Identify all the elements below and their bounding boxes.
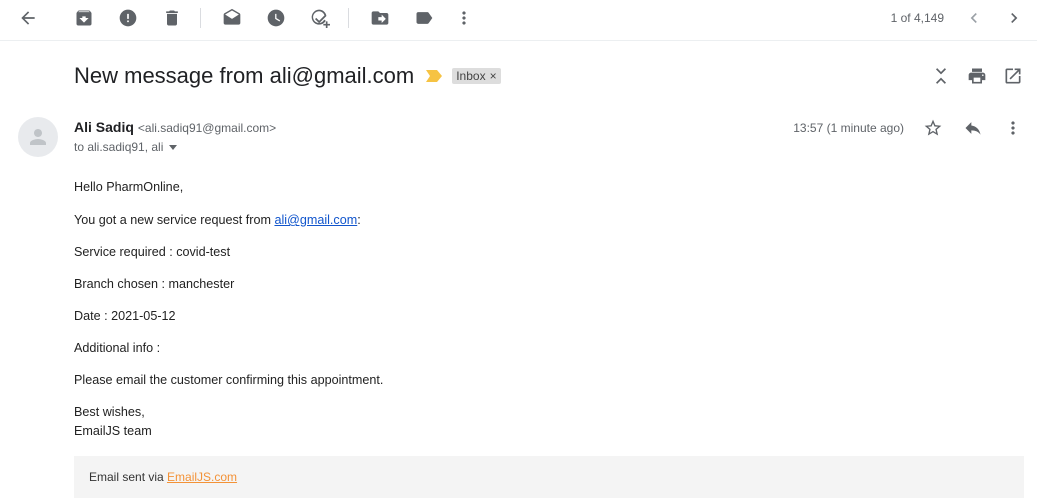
signoff-line: Best wishes, xyxy=(74,405,145,419)
avatar[interactable] xyxy=(18,117,58,157)
sender-name[interactable]: Ali Sadiq xyxy=(74,119,134,135)
message-counter: 1 of 4,149 xyxy=(890,11,944,25)
label-icon[interactable] xyxy=(408,4,440,32)
footer-text: Email sent via EmailJS.com xyxy=(89,470,237,484)
customer-email-link[interactable]: ali@gmail.com xyxy=(274,213,357,227)
emailjs-footer: Email sent via EmailJS.com xyxy=(74,456,1024,498)
recipients-text: to ali.sadiq91, ali xyxy=(74,140,164,154)
team-line: EmailJS team xyxy=(74,424,152,438)
message-actions xyxy=(919,114,1027,142)
remove-label-icon[interactable]: × xyxy=(490,69,497,83)
service-line: Service required : covid-test xyxy=(74,245,231,259)
older-icon[interactable] xyxy=(958,4,990,32)
open-new-window-icon[interactable] xyxy=(999,62,1027,90)
mark-unread-icon[interactable] xyxy=(216,4,248,32)
print-icon[interactable] xyxy=(963,62,991,90)
report-spam-icon[interactable] xyxy=(112,4,144,32)
branch-line: Branch chosen : manchester xyxy=(74,277,235,291)
importance-marker-icon[interactable] xyxy=(426,70,443,82)
subject-row: New message from ali@gmail.com Inbox × xyxy=(74,60,501,92)
sender-email: <ali.sadiq91@gmail.com> xyxy=(137,121,277,135)
delete-icon[interactable] xyxy=(156,4,188,32)
snooze-icon[interactable] xyxy=(260,4,292,32)
label-chip-text: Inbox xyxy=(456,69,486,83)
request-prefix: You got a new service request from xyxy=(74,213,275,227)
request-suffix: : xyxy=(357,213,361,227)
additional-info-line: Additional info : xyxy=(74,341,161,355)
newer-icon[interactable] xyxy=(998,4,1030,32)
toolbar-divider xyxy=(200,8,201,28)
greeting-line: Hello PharmOnline, xyxy=(74,180,184,194)
email-subject: New message from ali@gmail.com xyxy=(74,63,415,88)
instruction-line: Please email the customer confirming thi… xyxy=(74,373,384,387)
move-to-icon[interactable] xyxy=(364,4,396,32)
more-icon[interactable] xyxy=(448,4,480,32)
recipients: to ali.sadiq91, ali xyxy=(74,140,178,154)
more-options-icon[interactable] xyxy=(999,114,1027,142)
reply-icon[interactable] xyxy=(959,114,987,142)
subject-actions xyxy=(927,62,1027,90)
footer-prefix: Email sent via xyxy=(89,470,168,484)
request-line: You got a new service request from ali@g… xyxy=(74,213,361,227)
sender-info: Ali Sadiq <ali.sadiq91@gmail.com> xyxy=(74,119,276,135)
star-icon[interactable] xyxy=(919,114,947,142)
message-timestamp: 13:57 (1 minute ago) xyxy=(793,121,904,135)
expand-all-icon[interactable] xyxy=(927,62,955,90)
date-line: Date : 2021-05-12 xyxy=(74,309,176,323)
person-icon xyxy=(30,129,46,145)
add-to-tasks-icon[interactable] xyxy=(304,4,336,32)
archive-icon[interactable] xyxy=(68,4,100,32)
back-arrow-icon[interactable] xyxy=(12,4,44,32)
label-chip-inbox: Inbox × xyxy=(452,68,501,84)
show-details-icon[interactable] xyxy=(169,144,178,150)
emailjs-link[interactable]: EmailJS.com xyxy=(167,470,237,484)
top-toolbar: 1 of 4,149 xyxy=(0,0,1037,41)
toolbar-divider xyxy=(348,8,349,28)
